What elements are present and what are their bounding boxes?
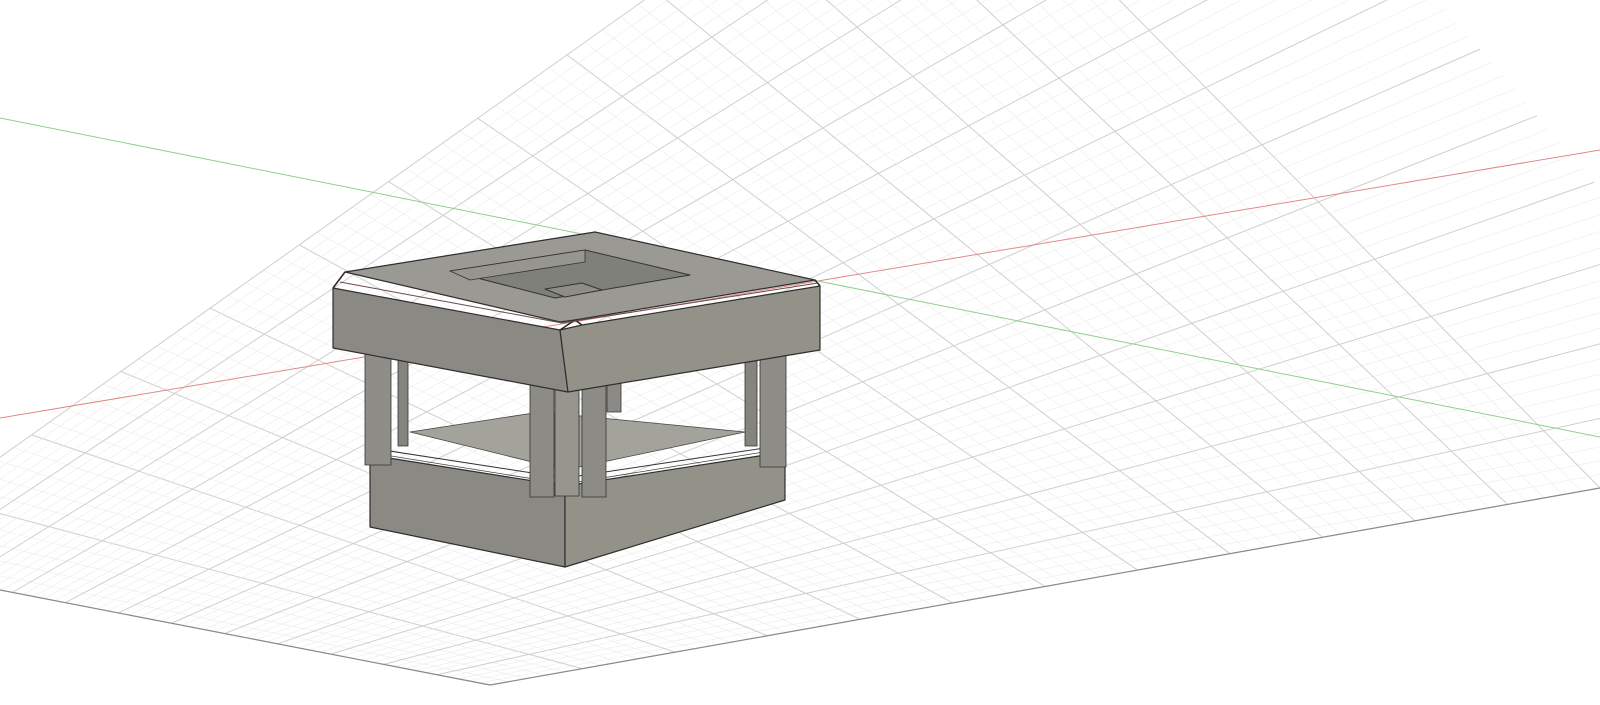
- post-left: [364, 351, 392, 466]
- post-front-right: [581, 384, 607, 498]
- viewport-canvas[interactable]: [0, 0, 1600, 705]
- grid-line: [976, 0, 1508, 505]
- grid-line: [947, 0, 1490, 508]
- post-front-left: [529, 384, 555, 498]
- 3d-viewport[interactable]: [0, 0, 1600, 705]
- grid-line: [825, 0, 1416, 522]
- grid-line: [917, 0, 1471, 512]
- x-axis-line: [0, 149, 1600, 419]
- grid-line: [0, 589, 491, 686]
- grid-line: [1062, 0, 1564, 495]
- grid-edge: [0, 589, 491, 686]
- 3d-model-body[interactable]: [332, 231, 821, 568]
- grid-line: [479, 474, 1600, 684]
- post-right: [744, 355, 758, 447]
- grid-line: [0, 560, 528, 679]
